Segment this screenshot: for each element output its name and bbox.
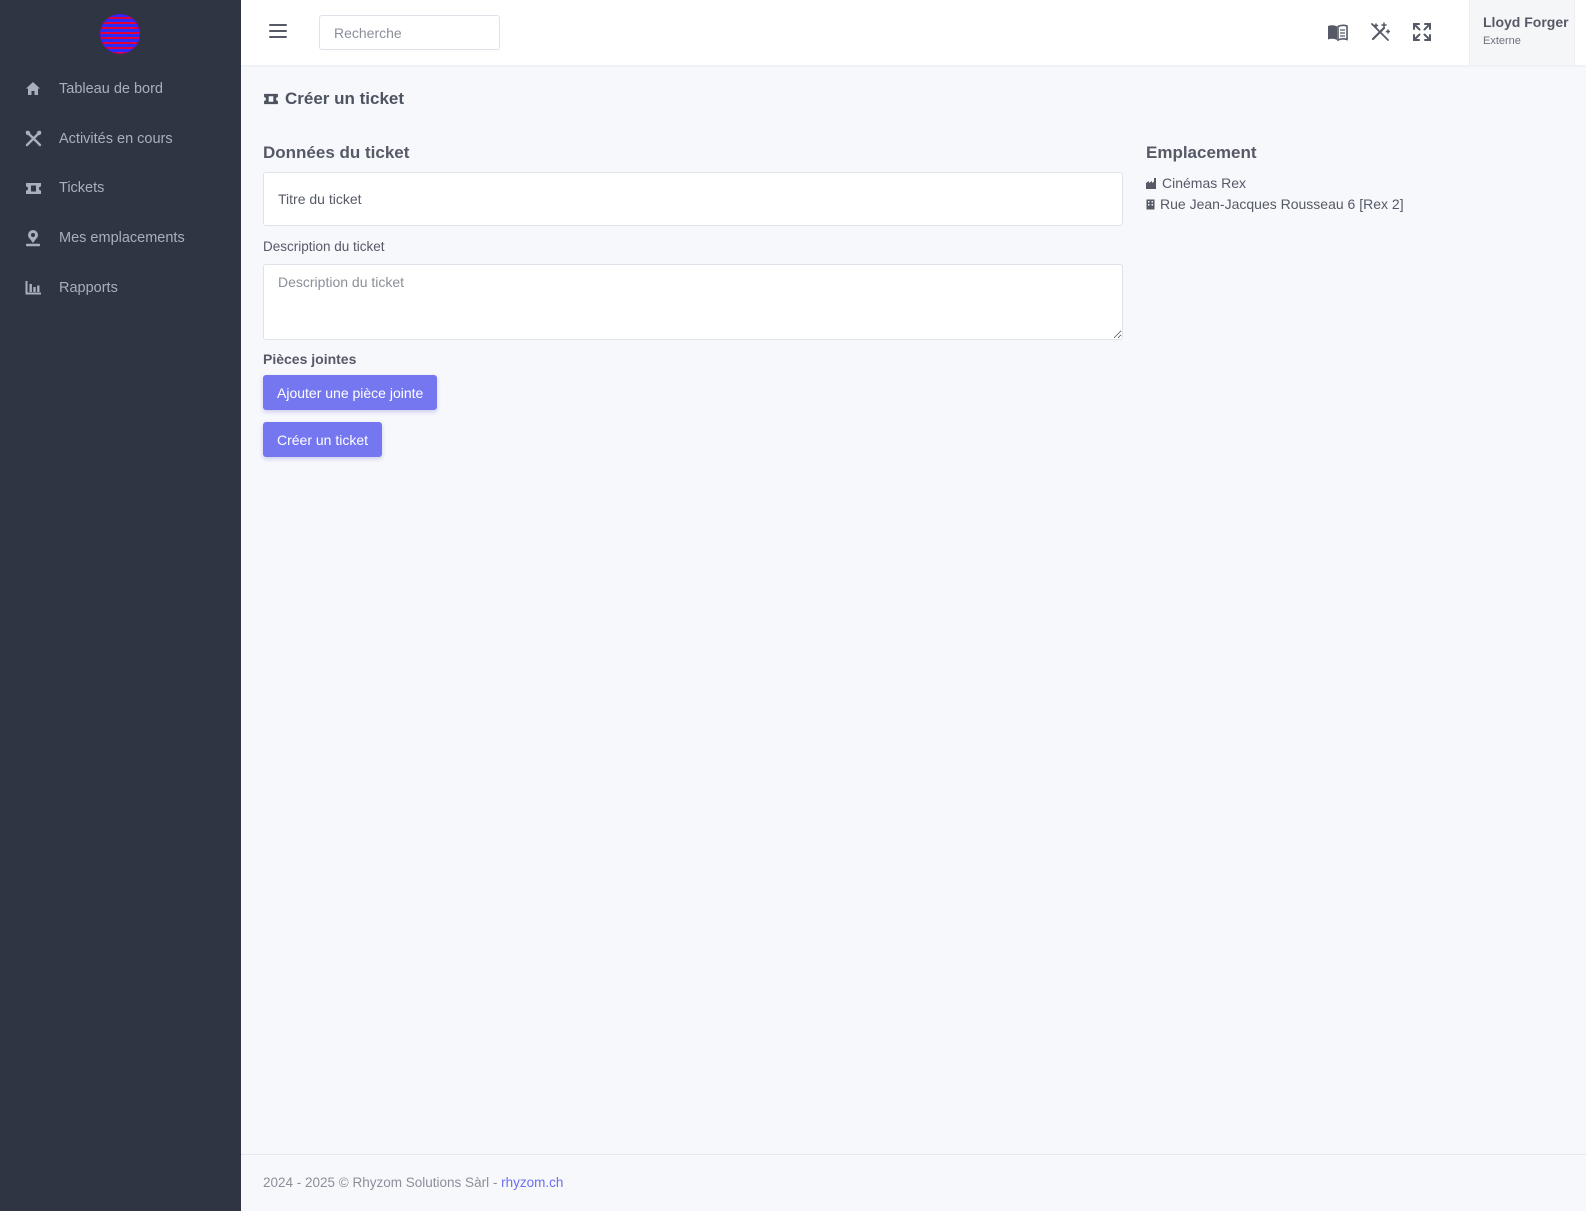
map-pin-icon (24, 229, 42, 247)
ticket-title-input[interactable] (263, 172, 1123, 226)
location-company: Cinémas Rex (1146, 175, 1246, 191)
bar-chart-icon (24, 279, 42, 297)
user-role: Externe (1483, 35, 1521, 47)
sidebar-item-activities[interactable]: Activités en cours (0, 114, 241, 164)
copyright-text: 2024 - 2025 © Rhyzom Solutions Sàrl - (263, 1175, 502, 1190)
user-name: Lloyd Forger (1483, 14, 1569, 30)
sidebar-item-label: Tableau de bord (59, 80, 163, 97)
sidebar: Tableau de bord Activités en cours Ticke… (0, 0, 241, 1211)
location-company-name: Cinémas Rex (1162, 175, 1247, 191)
user-menu[interactable]: Lloyd Forger Externe (1469, 0, 1575, 65)
location-address-text: Rue Jean-Jacques Rousseau 6 [Rex 2] (1160, 196, 1404, 212)
page-title: Créer un ticket (263, 89, 404, 109)
attachments-label: Pièces jointes (263, 351, 357, 367)
sidebar-item-label: Mes emplacements (59, 229, 185, 246)
footer: 2024 - 2025 © Rhyzom Solutions Sàrl - rh… (241, 1154, 1586, 1211)
sidebar-item-tickets[interactable]: Tickets (0, 163, 241, 213)
add-attachment-button[interactable]: Ajouter une pièce jointe (263, 375, 438, 410)
create-ticket-button[interactable]: Créer un ticket (263, 422, 383, 457)
brand-logo[interactable] (100, 14, 140, 54)
magic-off-icon[interactable] (1369, 21, 1391, 43)
location-title: Emplacement (1146, 143, 1257, 162)
fullscreen-icon[interactable] (1411, 21, 1433, 43)
sidebar-item-dashboard[interactable]: Tableau de bord (0, 64, 241, 114)
sidebar-item-locations[interactable]: Mes emplacements (0, 213, 241, 263)
sidebar-item-reports[interactable]: Rapports (0, 263, 241, 313)
location-address: Rue Jean-Jacques Rousseau 6 [Rex 2] (1146, 196, 1404, 212)
building-icon (1146, 199, 1155, 209)
ticket-description-input[interactable] (263, 264, 1123, 340)
ticket-icon (24, 179, 42, 197)
sidebar-item-label: Rapports (59, 279, 118, 296)
sidebar-item-label: Tickets (59, 180, 105, 197)
search-input[interactable] (319, 15, 500, 50)
footer-text: 2024 - 2025 © Rhyzom Solutions Sàrl - rh… (263, 1175, 563, 1190)
tools-icon (24, 130, 42, 148)
ticket-icon (264, 93, 278, 105)
sidebar-item-label: Activités en cours (59, 130, 173, 147)
ticket-data-title: Données du ticket (263, 143, 410, 162)
sidebar-nav: Tableau de bord Activités en cours Ticke… (0, 64, 241, 312)
industry-icon (1146, 177, 1156, 189)
menu-toggle-icon[interactable] (269, 24, 287, 38)
page-title-text: Créer un ticket (285, 89, 405, 108)
home-icon (24, 80, 42, 98)
footer-link[interactable]: rhyzom.ch (501, 1175, 563, 1190)
description-label: Description du ticket (263, 239, 385, 254)
topbar: Lloyd Forger Externe (241, 0, 1586, 65)
book-icon[interactable] (1326, 21, 1348, 43)
